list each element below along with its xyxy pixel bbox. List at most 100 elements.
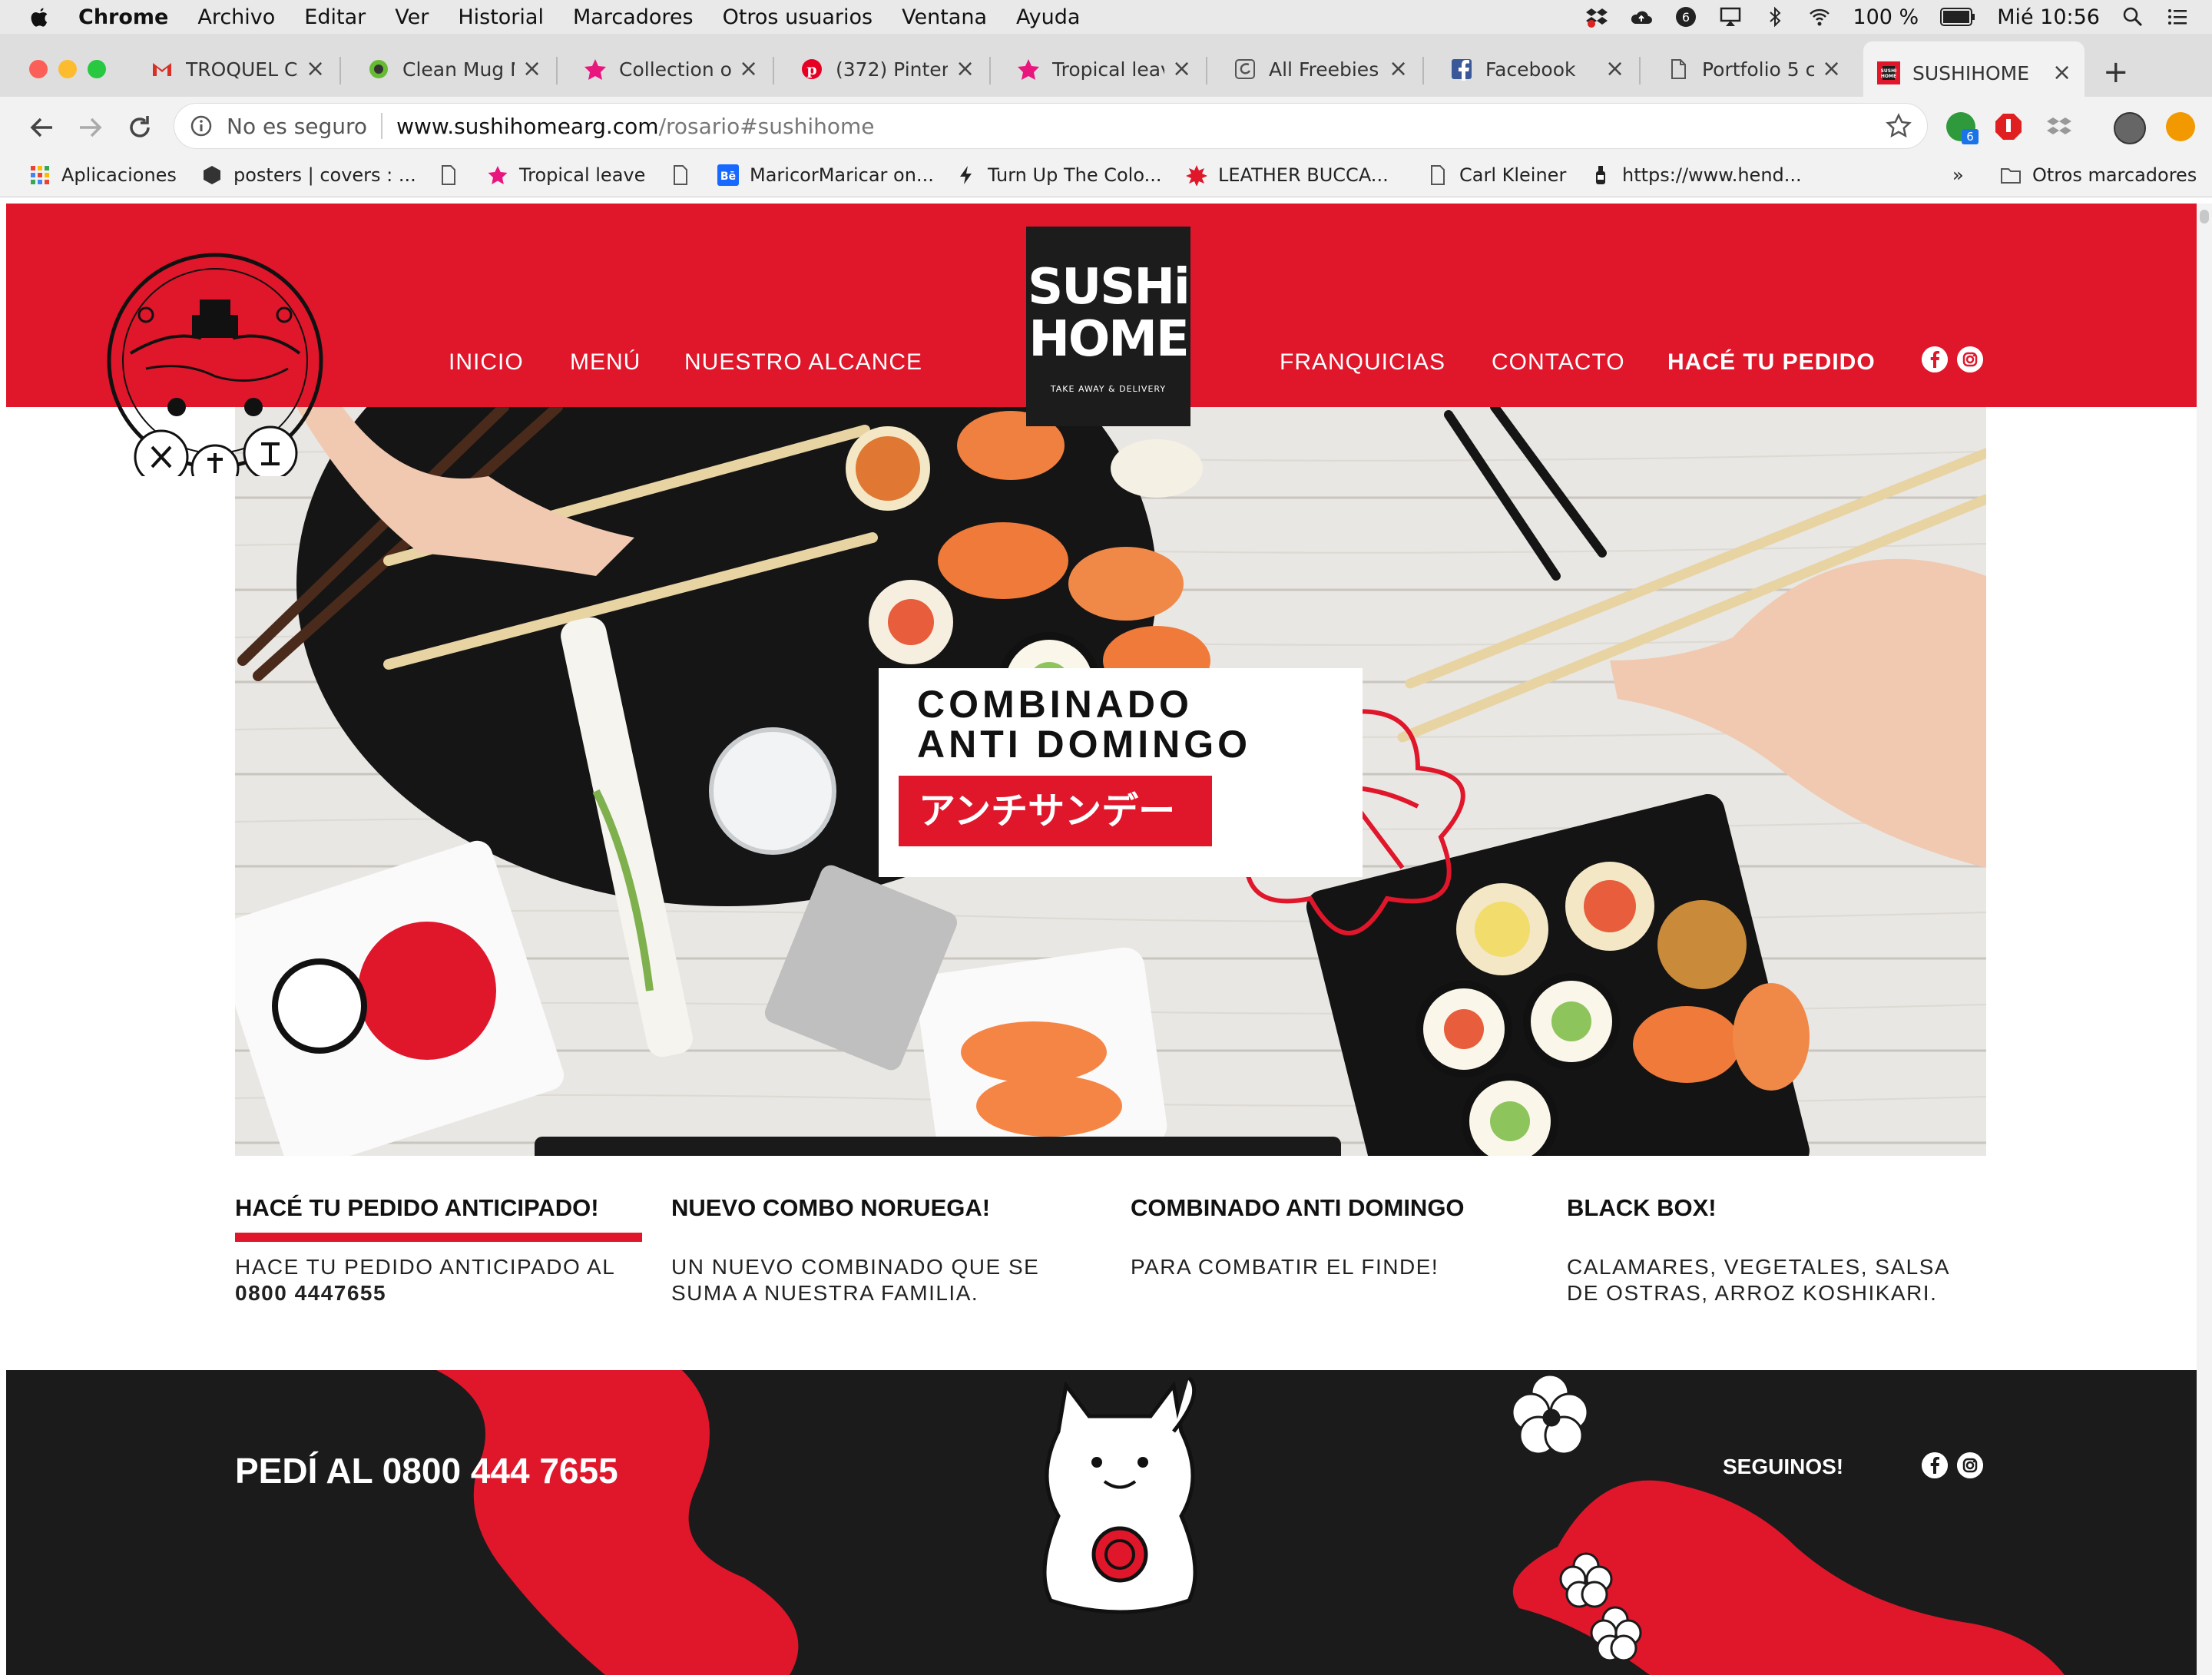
nav-inicio[interactable]: INICIO [449,349,524,376]
apple-icon[interactable] [29,5,51,29]
url-host[interactable]: www.sushihomearg.com [396,114,659,139]
tab-label: Tropical leave [1052,58,1164,81]
menu-ayuda[interactable]: Ayuda [1016,5,1080,29]
tab-close-icon[interactable]: × [1172,58,1191,81]
forward-arrow-icon[interactable] [75,112,106,143]
window-zoom-button[interactable] [88,60,106,78]
bookmarks-overflow-button[interactable]: » [1952,164,1964,186]
svg-text:Bē: Bē [720,170,736,183]
omnibox[interactable]: No es seguro www.sushihomearg.com/rosari… [174,103,1928,149]
url-path[interactable]: /rosario#sushihome [659,114,875,139]
tab-troquel[interactable]: TROQUEL CA × [137,41,338,97]
tab-close-icon[interactable]: × [1605,58,1624,81]
bookmark-star-icon[interactable] [1886,113,1912,139]
dropbox-status-icon[interactable] [1585,5,1608,28]
six-badge-icon[interactable]: 6 [1674,5,1697,28]
news-title[interactable]: BLACK BOX! [1567,1194,1982,1222]
news-title[interactable]: HACÉ TU PEDIDO ANTICIPADO! [235,1194,650,1222]
scrollbar-thumb[interactable] [2200,210,2209,223]
tab-sushihome-active[interactable]: SUSHI HOME SUSHIHOME × [1863,41,2085,104]
bookmark-page-2[interactable] [670,164,702,186]
pinterest-icon: p [802,59,822,79]
menu-historial[interactable]: Historial [458,5,544,29]
menubar-clock[interactable]: Mié 10:56 [1997,5,2100,29]
tab-close-icon[interactable]: × [739,58,758,81]
menu-marcadores[interactable]: Marcadores [573,5,694,29]
svg-text:p: p [806,61,816,78]
sushi-home-logo[interactable]: SUSHi HOME TAKE AWAY & DELIVERY [1026,227,1190,426]
news-description: CALAMARES, VEGETALES, SALSA DE OSTRAS, A… [1567,1255,1949,1305]
tab-close-icon[interactable]: × [1389,58,1408,81]
bookmark-hendricks[interactable]: https://www.hend... [1590,164,1802,186]
bookmark-otros-marcadores[interactable]: Otros marcadores [2000,164,2197,186]
adblock-icon[interactable] [1994,112,2023,141]
promo-card[interactable]: COMBINADO ANTI DOMINGO アンチサンデー [879,668,1363,877]
back-arrow-icon[interactable] [26,112,57,143]
menu-otros-usuarios[interactable]: Otros usuarios [723,5,873,29]
cloud-upload-icon[interactable] [1630,5,1653,28]
menu-app-name[interactable]: Chrome [78,5,168,29]
battery-icon[interactable] [1940,7,1975,27]
page-icon [674,165,687,185]
tab-close-icon[interactable]: × [1822,58,1841,81]
nav-franquicias[interactable]: FRANQUICIAS [1280,349,1445,376]
footer-instagram-icon[interactable] [1957,1452,1983,1478]
dropbox-extension-icon[interactable] [2045,112,2074,141]
bluetooth-icon[interactable] [1763,5,1786,28]
news-item-black-box[interactable]: BLACK BOX! CALAMARES, VEGETALES, SALSA D… [1567,1194,1982,1306]
nav-menu[interactable]: MENÚ [570,349,641,376]
tab-close-icon[interactable]: × [2052,61,2071,84]
bookmark-page-1[interactable] [438,164,470,186]
bookmark-tropical-leave[interactable]: Tropical leave [487,164,645,186]
new-tab-button[interactable]: + [2103,57,2129,88]
bookmark-posters-covers[interactable]: posters | covers : ... [201,164,416,186]
menu-ver[interactable]: Ver [395,5,429,29]
info-icon[interactable] [190,114,213,137]
instagram-icon[interactable] [1957,346,1983,372]
footer-phone-cta[interactable]: PEDÍ AL 0800 444 7655 [235,1450,618,1491]
bookmark-leather[interactable]: LEATHER BUCCA... [1186,164,1389,186]
bookmark-label: Aplicaciones [61,164,177,186]
tab-pinterest[interactable]: p (372) Pinteres × [786,41,988,97]
profile-avatar[interactable] [2114,112,2146,144]
nav-nuestro-alcance[interactable]: NUESTRO ALCANCE [684,349,922,376]
news-item-anti-domingo[interactable]: COMBINADO ANTI DOMINGO PARA COMBATIR EL … [1131,1194,1545,1280]
nav-hace-tu-pedido[interactable]: HACÉ TU PEDIDO [1667,349,1876,376]
news-item-combo-noruega[interactable]: NUEVO COMBO NORUEGA! UN NUEVO COMBINADO … [671,1194,1086,1306]
star-icon [488,166,508,184]
star-icon [584,59,606,80]
window-minimize-button[interactable] [58,60,77,78]
tab-tropical-leave[interactable]: Tropical leave × [1003,41,1204,97]
tab-facebook[interactable]: Facebook × [1436,41,1637,97]
airplay-icon[interactable] [1719,5,1742,28]
footer-facebook-icon[interactable] [1922,1452,1948,1478]
reload-icon[interactable] [124,112,155,143]
bookmark-carl-kleiner[interactable]: Carl Kleiner [1427,164,1566,186]
menu-archivo[interactable]: Archivo [197,5,275,29]
bookmark-turn-up[interactable]: Turn Up The Colo... [955,164,1161,186]
menu-ventana[interactable]: Ventana [902,5,987,29]
update-indicator-icon[interactable] [2166,112,2195,141]
bookmark-aplicaciones[interactable]: Aplicaciones [29,164,177,186]
wifi-icon[interactable] [1808,5,1831,28]
spotlight-search-icon[interactable] [2121,5,2144,28]
tab-clean-mug[interactable]: Clean Mug Mo × [353,41,555,97]
tab-all-freebies[interactable]: All Freebies | × [1220,41,1421,97]
menu-editar[interactable]: Editar [304,5,366,29]
tab-close-icon[interactable]: × [306,58,325,81]
bookmark-maricor[interactable]: Bē MaricorMaricar on... [717,164,934,186]
tab-portfolio[interactable]: Portfolio 5 co × [1653,41,1854,97]
facebook-icon[interactable] [1922,346,1948,372]
page-scrollbar[interactable] [2197,204,2212,1675]
tab-close-icon[interactable]: × [522,58,541,81]
nav-contacto[interactable]: CONTACTO [1492,349,1625,376]
cube-icon [204,166,220,184]
news-title[interactable]: COMBINADO ANTI DOMINGO [1131,1194,1545,1222]
news-item-pedido-anticipado[interactable]: HACÉ TU PEDIDO ANTICIPADO! HACE TU PEDID… [235,1194,650,1306]
window-close-button[interactable] [29,60,48,78]
security-state-label[interactable]: No es seguro [227,114,367,139]
tab-close-icon[interactable]: × [955,58,975,81]
news-title[interactable]: NUEVO COMBO NORUEGA! [671,1194,1086,1222]
notification-center-icon[interactable] [2166,5,2189,28]
tab-collection[interactable]: Collection of × [570,41,771,97]
